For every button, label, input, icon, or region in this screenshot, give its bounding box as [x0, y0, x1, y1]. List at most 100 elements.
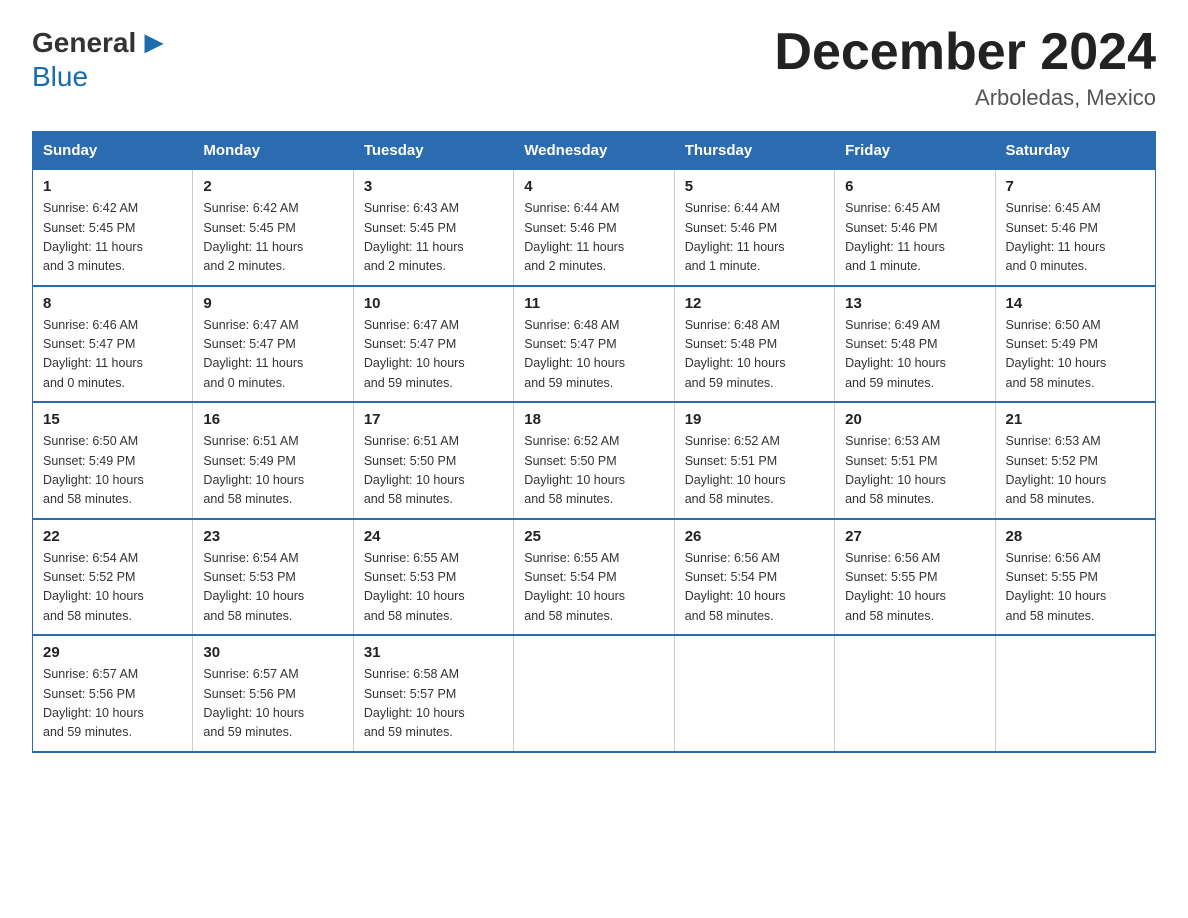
- day-info: Sunrise: 6:50 AMSunset: 5:49 PMDaylight:…: [1006, 316, 1145, 394]
- day-info: Sunrise: 6:42 AMSunset: 5:45 PMDaylight:…: [203, 199, 342, 277]
- day-info: Sunrise: 6:51 AMSunset: 5:50 PMDaylight:…: [364, 432, 503, 510]
- day-number: 12: [685, 295, 824, 312]
- day-number: 10: [364, 295, 503, 312]
- table-row: 7 Sunrise: 6:45 AMSunset: 5:46 PMDayligh…: [995, 170, 1155, 286]
- day-number: 31: [364, 644, 503, 661]
- location-subtitle: Arboledas, Mexico: [774, 85, 1156, 111]
- day-number: 3: [364, 178, 503, 195]
- table-row: 29 Sunrise: 6:57 AMSunset: 5:56 PMDaylig…: [33, 635, 193, 752]
- day-info: Sunrise: 6:52 AMSunset: 5:50 PMDaylight:…: [524, 432, 663, 510]
- calendar-table: Sunday Monday Tuesday Wednesday Thursday…: [32, 131, 1156, 753]
- table-row: 23 Sunrise: 6:54 AMSunset: 5:53 PMDaylig…: [193, 519, 353, 636]
- header-saturday: Saturday: [995, 132, 1155, 170]
- table-row: 2 Sunrise: 6:42 AMSunset: 5:45 PMDayligh…: [193, 170, 353, 286]
- logo-general-text: General: [32, 27, 136, 59]
- day-number: 18: [524, 411, 663, 428]
- calendar-week-row: 22 Sunrise: 6:54 AMSunset: 5:52 PMDaylig…: [33, 519, 1156, 636]
- table-row: [674, 635, 834, 752]
- table-row: 28 Sunrise: 6:56 AMSunset: 5:55 PMDaylig…: [995, 519, 1155, 636]
- day-number: 17: [364, 411, 503, 428]
- day-info: Sunrise: 6:50 AMSunset: 5:49 PMDaylight:…: [43, 432, 182, 510]
- table-row: [514, 635, 674, 752]
- day-info: Sunrise: 6:53 AMSunset: 5:52 PMDaylight:…: [1006, 432, 1145, 510]
- day-info: Sunrise: 6:56 AMSunset: 5:55 PMDaylight:…: [1006, 549, 1145, 627]
- day-info: Sunrise: 6:44 AMSunset: 5:46 PMDaylight:…: [685, 199, 824, 277]
- day-info: Sunrise: 6:48 AMSunset: 5:48 PMDaylight:…: [685, 316, 824, 394]
- logo-blue-text: Blue: [32, 61, 88, 92]
- day-info: Sunrise: 6:42 AMSunset: 5:45 PMDaylight:…: [43, 199, 182, 277]
- day-number: 16: [203, 411, 342, 428]
- day-info: Sunrise: 6:56 AMSunset: 5:55 PMDaylight:…: [845, 549, 984, 627]
- calendar-header-row: Sunday Monday Tuesday Wednesday Thursday…: [33, 132, 1156, 170]
- day-info: Sunrise: 6:56 AMSunset: 5:54 PMDaylight:…: [685, 549, 824, 627]
- day-number: 26: [685, 528, 824, 545]
- day-number: 25: [524, 528, 663, 545]
- day-number: 1: [43, 178, 182, 195]
- table-row: 10 Sunrise: 6:47 AMSunset: 5:47 PMDaylig…: [353, 286, 513, 403]
- day-info: Sunrise: 6:54 AMSunset: 5:53 PMDaylight:…: [203, 549, 342, 627]
- table-row: 25 Sunrise: 6:55 AMSunset: 5:54 PMDaylig…: [514, 519, 674, 636]
- day-info: Sunrise: 6:47 AMSunset: 5:47 PMDaylight:…: [364, 316, 503, 394]
- day-info: Sunrise: 6:52 AMSunset: 5:51 PMDaylight:…: [685, 432, 824, 510]
- page-header: General ► Blue December 2024 Arboledas, …: [32, 24, 1156, 111]
- table-row: 4 Sunrise: 6:44 AMSunset: 5:46 PMDayligh…: [514, 170, 674, 286]
- table-row: [835, 635, 995, 752]
- day-info: Sunrise: 6:47 AMSunset: 5:47 PMDaylight:…: [203, 316, 342, 394]
- day-number: 21: [1006, 411, 1145, 428]
- header-tuesday: Tuesday: [353, 132, 513, 170]
- day-info: Sunrise: 6:57 AMSunset: 5:56 PMDaylight:…: [43, 665, 182, 743]
- title-section: December 2024 Arboledas, Mexico: [774, 24, 1156, 111]
- table-row: 9 Sunrise: 6:47 AMSunset: 5:47 PMDayligh…: [193, 286, 353, 403]
- table-row: 5 Sunrise: 6:44 AMSunset: 5:46 PMDayligh…: [674, 170, 834, 286]
- table-row: 19 Sunrise: 6:52 AMSunset: 5:51 PMDaylig…: [674, 402, 834, 519]
- day-number: 22: [43, 528, 182, 545]
- day-number: 14: [1006, 295, 1145, 312]
- day-info: Sunrise: 6:51 AMSunset: 5:49 PMDaylight:…: [203, 432, 342, 510]
- day-info: Sunrise: 6:44 AMSunset: 5:46 PMDaylight:…: [524, 199, 663, 277]
- day-info: Sunrise: 6:48 AMSunset: 5:47 PMDaylight:…: [524, 316, 663, 394]
- calendar-week-row: 15 Sunrise: 6:50 AMSunset: 5:49 PMDaylig…: [33, 402, 1156, 519]
- table-row: 8 Sunrise: 6:46 AMSunset: 5:47 PMDayligh…: [33, 286, 193, 403]
- logo-arrow-icon: ►: [138, 24, 170, 61]
- header-thursday: Thursday: [674, 132, 834, 170]
- table-row: 6 Sunrise: 6:45 AMSunset: 5:46 PMDayligh…: [835, 170, 995, 286]
- day-number: 13: [845, 295, 984, 312]
- header-wednesday: Wednesday: [514, 132, 674, 170]
- day-number: 5: [685, 178, 824, 195]
- table-row: 16 Sunrise: 6:51 AMSunset: 5:49 PMDaylig…: [193, 402, 353, 519]
- day-number: 15: [43, 411, 182, 428]
- day-info: Sunrise: 6:45 AMSunset: 5:46 PMDaylight:…: [845, 199, 984, 277]
- table-row: 22 Sunrise: 6:54 AMSunset: 5:52 PMDaylig…: [33, 519, 193, 636]
- table-row: 13 Sunrise: 6:49 AMSunset: 5:48 PMDaylig…: [835, 286, 995, 403]
- calendar-week-row: 1 Sunrise: 6:42 AMSunset: 5:45 PMDayligh…: [33, 170, 1156, 286]
- day-info: Sunrise: 6:46 AMSunset: 5:47 PMDaylight:…: [43, 316, 182, 394]
- header-sunday: Sunday: [33, 132, 193, 170]
- table-row: 20 Sunrise: 6:53 AMSunset: 5:51 PMDaylig…: [835, 402, 995, 519]
- header-friday: Friday: [835, 132, 995, 170]
- table-row: 24 Sunrise: 6:55 AMSunset: 5:53 PMDaylig…: [353, 519, 513, 636]
- table-row: 17 Sunrise: 6:51 AMSunset: 5:50 PMDaylig…: [353, 402, 513, 519]
- table-row: 15 Sunrise: 6:50 AMSunset: 5:49 PMDaylig…: [33, 402, 193, 519]
- day-number: 24: [364, 528, 503, 545]
- table-row: 31 Sunrise: 6:58 AMSunset: 5:57 PMDaylig…: [353, 635, 513, 752]
- day-number: 4: [524, 178, 663, 195]
- month-year-title: December 2024: [774, 24, 1156, 81]
- table-row: [995, 635, 1155, 752]
- day-number: 11: [524, 295, 663, 312]
- table-row: 27 Sunrise: 6:56 AMSunset: 5:55 PMDaylig…: [835, 519, 995, 636]
- table-row: 3 Sunrise: 6:43 AMSunset: 5:45 PMDayligh…: [353, 170, 513, 286]
- table-row: 14 Sunrise: 6:50 AMSunset: 5:49 PMDaylig…: [995, 286, 1155, 403]
- day-number: 27: [845, 528, 984, 545]
- day-number: 29: [43, 644, 182, 661]
- day-info: Sunrise: 6:49 AMSunset: 5:48 PMDaylight:…: [845, 316, 984, 394]
- day-info: Sunrise: 6:57 AMSunset: 5:56 PMDaylight:…: [203, 665, 342, 743]
- table-row: 21 Sunrise: 6:53 AMSunset: 5:52 PMDaylig…: [995, 402, 1155, 519]
- day-number: 19: [685, 411, 824, 428]
- day-number: 9: [203, 295, 342, 312]
- day-info: Sunrise: 6:55 AMSunset: 5:54 PMDaylight:…: [524, 549, 663, 627]
- day-info: Sunrise: 6:53 AMSunset: 5:51 PMDaylight:…: [845, 432, 984, 510]
- day-info: Sunrise: 6:58 AMSunset: 5:57 PMDaylight:…: [364, 665, 503, 743]
- day-number: 30: [203, 644, 342, 661]
- calendar-week-row: 29 Sunrise: 6:57 AMSunset: 5:56 PMDaylig…: [33, 635, 1156, 752]
- day-number: 23: [203, 528, 342, 545]
